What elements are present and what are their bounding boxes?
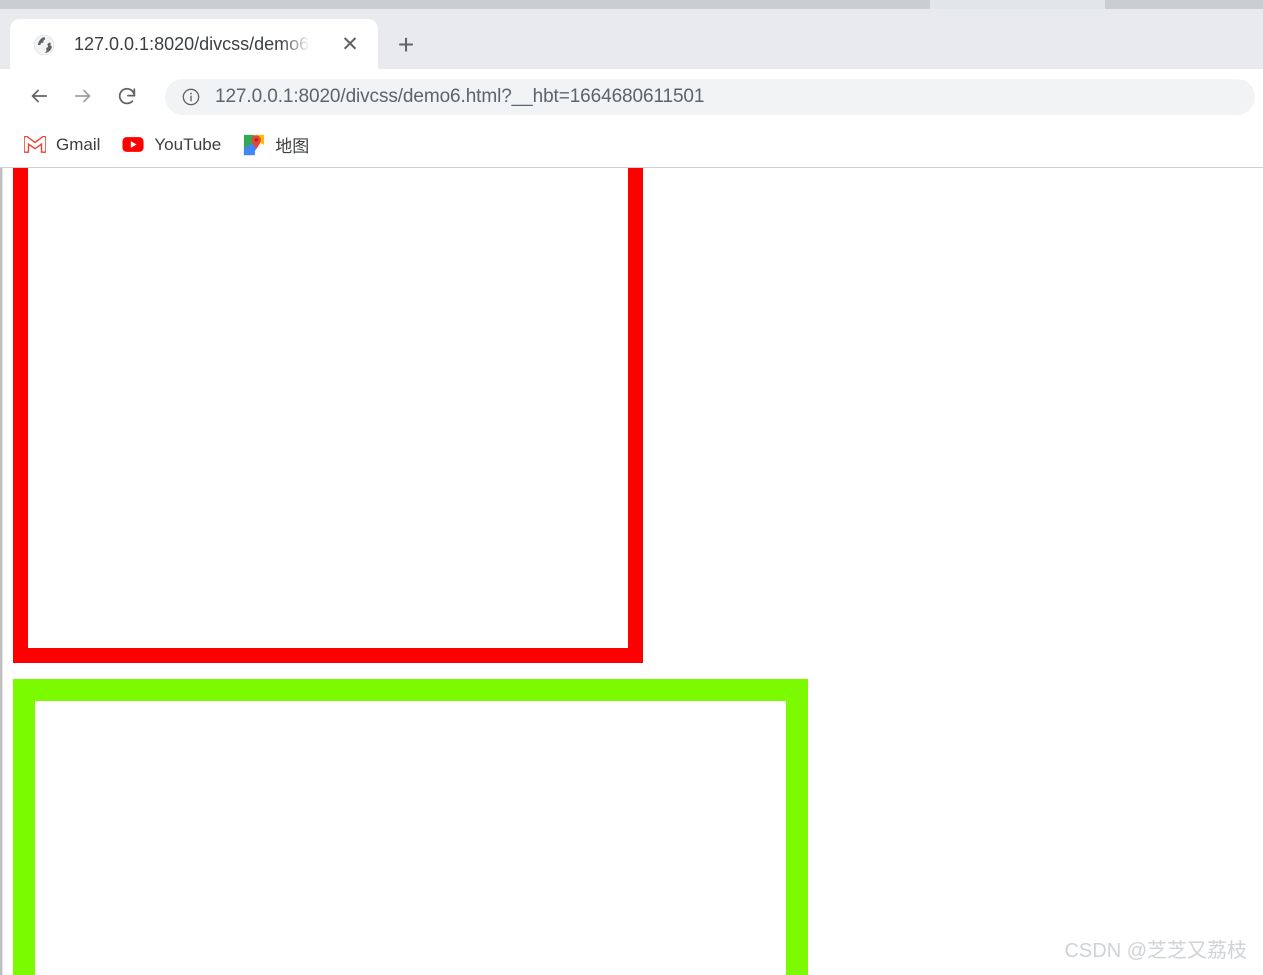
bookmark-maps[interactable]: 地图: [235, 129, 317, 161]
red-box: [13, 168, 643, 663]
bookmark-youtube[interactable]: YouTube: [114, 129, 229, 161]
window-title-bar-highlight: [930, 0, 1105, 9]
browser-toolbar: 127.0.0.1:8020/divcss/demo6.html?__hbt=1…: [0, 70, 1263, 122]
url-text[interactable]: 127.0.0.1:8020/divcss/demo6.html?__hbt=1…: [215, 86, 704, 108]
back-button[interactable]: [22, 79, 56, 113]
green-box: [13, 679, 808, 975]
info-circle-icon[interactable]: [181, 87, 201, 107]
globe-icon: [32, 33, 56, 57]
address-bar[interactable]: 127.0.0.1:8020/divcss/demo6.html?__hbt=1…: [165, 79, 1255, 115]
reload-button[interactable]: [110, 79, 144, 113]
google-maps-icon: [243, 134, 265, 156]
close-icon[interactable]: ✕: [338, 33, 362, 57]
window-title-bar-left: [0, 0, 930, 9]
tab-strip: 127.0.0.1:8020/divcss/demo6.h ✕ +: [0, 9, 1263, 70]
new-tab-button[interactable]: +: [392, 31, 420, 59]
bookmark-label: Gmail: [56, 134, 101, 154]
bookmarks-bar: Gmail YouTube 地图: [0, 122, 1263, 168]
page-left-edge-inner: [2, 168, 3, 975]
browser-window: 127.0.0.1:8020/divcss/demo6.h ✕ + 127.0.…: [0, 0, 1263, 975]
youtube-icon: [122, 134, 144, 156]
csdn-watermark: CSDN @芝芝又荔枝: [1064, 940, 1247, 962]
gmail-icon: [24, 134, 46, 156]
bookmark-label: 地图: [275, 137, 310, 156]
bookmark-label: YouTube: [154, 134, 222, 154]
tab-active[interactable]: 127.0.0.1:8020/divcss/demo6.h ✕: [10, 19, 378, 70]
bookmark-gmail[interactable]: Gmail: [16, 129, 108, 161]
page-viewport: CSDN @芝芝又荔枝: [0, 168, 1263, 975]
forward-button[interactable]: [66, 79, 100, 113]
tab-title: 127.0.0.1:8020/divcss/demo6.h: [74, 34, 310, 54]
